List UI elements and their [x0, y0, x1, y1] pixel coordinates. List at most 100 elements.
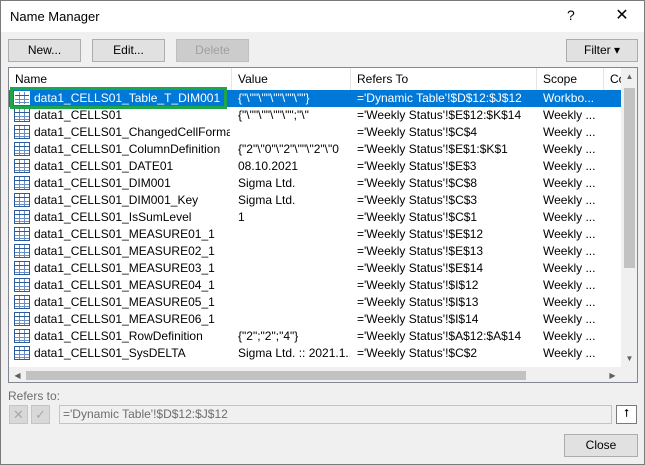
- table-name-icon: [14, 210, 30, 224]
- table-name-icon: [14, 227, 30, 241]
- row-name: data1_CELLS01_MEASURE01_1: [34, 227, 215, 241]
- filter-button[interactable]: Filter ▾: [566, 39, 638, 62]
- scroll-left-arrow-icon[interactable]: ◀: [9, 367, 26, 382]
- row-scope: Weekly ...: [543, 278, 596, 292]
- horizontal-scrollbar[interactable]: ◀ ▶: [9, 367, 621, 382]
- refers-to-field[interactable]: ='Dynamic Table'!$D$12:$J$12: [59, 405, 612, 424]
- row-refers-to: ='Weekly Status'!$C$2: [357, 346, 478, 360]
- table-name-icon: [14, 346, 30, 360]
- list-item[interactable]: data1_CELLS01_MEASURE06_1 ='Weekly Status…: [9, 311, 621, 328]
- row-refers-to: ='Weekly Status'!$I$14: [357, 312, 479, 326]
- list-item[interactable]: data1_CELLS01_ColumnDefinition {"2"\"0"\"…: [9, 141, 621, 158]
- list-item[interactable]: data1_CELLS01_MEASURE04_1 ='Weekly Status…: [9, 277, 621, 294]
- list-item[interactable]: data1_CELLS01_MEASURE03_1 ='Weekly Status…: [9, 260, 621, 277]
- row-refers-to: ='Weekly Status'!$E$12: [357, 227, 484, 241]
- list-item[interactable]: data1_CELLS01_IsSumLevel 1 ='Weekly Status…: [9, 209, 621, 226]
- list-item[interactable]: data1_CELLS01_RowDefinition {"2";"2";"4"}…: [9, 328, 621, 345]
- list-item[interactable]: data1_CELLS01_DATE01 08.10.2021 ='Weekly S…: [9, 158, 621, 175]
- row-scope: Weekly ...: [543, 176, 596, 190]
- scrollbar-corner: [621, 367, 637, 382]
- row-name: data1_CELLS01_MEASURE04_1: [34, 278, 215, 292]
- row-refers-to: ='Weekly Status'!$C$3: [357, 193, 478, 207]
- vertical-scrollbar[interactable]: ▲ ▼: [621, 68, 637, 367]
- list-item[interactable]: data1_CELLS01_MEASURE01_1 ='Weekly Status…: [9, 226, 621, 243]
- row-refers-to: ='Weekly Status'!$C$4: [357, 125, 478, 139]
- name-manager-dialog: Name Manager ? ✕ New... Edit... Delete F…: [0, 0, 645, 465]
- row-value: [238, 311, 350, 328]
- row-name: data1_CELLS01_DATE01: [34, 159, 174, 173]
- vertical-scroll-thumb[interactable]: [624, 88, 635, 268]
- row-name: data1_CELLS01_DIM001_Key: [34, 193, 199, 207]
- new-button[interactable]: New...: [8, 39, 81, 62]
- table-name-icon: [14, 108, 30, 122]
- horizontal-scroll-thumb[interactable]: [26, 371, 526, 380]
- row-name: data1_CELLS01_MEASURE05_1: [34, 295, 215, 309]
- help-button[interactable]: ?: [567, 7, 575, 23]
- scroll-down-arrow-icon[interactable]: ▼: [621, 350, 637, 367]
- column-header-value[interactable]: Value: [232, 68, 351, 90]
- delete-button[interactable]: Delete: [176, 39, 249, 62]
- row-scope: Weekly ...: [543, 329, 596, 343]
- names-list[interactable]: Name Value Refers To Scope Co data1_CELL…: [8, 67, 638, 383]
- close-button[interactable]: Close: [564, 434, 638, 457]
- row-name: data1_CELLS01_ChangedCellFormat: [34, 125, 230, 139]
- row-value: [238, 294, 350, 311]
- column-header-comment[interactable]: Co: [604, 68, 625, 90]
- table-name-icon: [14, 278, 30, 292]
- row-refers-to: ='Weekly Status'!$I$12: [357, 278, 479, 292]
- close-window-button[interactable]: ✕: [607, 4, 637, 28]
- row-scope: Weekly ...: [543, 108, 596, 122]
- row-scope: Weekly ...: [543, 159, 596, 173]
- row-scope: Weekly ...: [543, 227, 596, 241]
- row-refers-to: ='Weekly Status'!$I$13: [357, 295, 479, 309]
- confirm-edit-icon[interactable]: ✓: [31, 405, 50, 424]
- scroll-up-arrow-icon[interactable]: ▲: [621, 68, 637, 85]
- row-value: [238, 260, 350, 277]
- row-refers-to: ='Dynamic Table'!$D$12:$J$12: [357, 91, 522, 105]
- row-name: data1_CELLS01_IsSumLevel: [34, 210, 192, 224]
- row-value: Sigma Ltd.: [238, 176, 296, 190]
- list-item[interactable]: data1_CELLS01_MEASURE02_1 ='Weekly Status…: [9, 243, 621, 260]
- list-item[interactable]: data1_CELLS01_DIM001_Key Sigma Ltd. ='Week…: [9, 192, 621, 209]
- cancel-edit-icon[interactable]: ✕: [9, 405, 28, 424]
- table-name-icon: [14, 159, 30, 173]
- row-value: {"\""\""\""\""\""}: [238, 91, 310, 105]
- row-value: [238, 124, 350, 141]
- row-refers-to: ='Weekly Status'!$E$1:$K$1: [357, 142, 508, 156]
- table-name-icon: [14, 329, 30, 343]
- row-scope: Weekly ...: [543, 295, 596, 309]
- list-item[interactable]: data1_CELLS01_SysDELTA Sigma Ltd. :: 2021…: [9, 345, 621, 362]
- column-header-scope[interactable]: Scope: [537, 68, 604, 90]
- row-refers-to: ='Weekly Status'!$E$13: [357, 244, 484, 258]
- row-value: {"2"\"0"\"2"\""\"2"\"0: [238, 142, 339, 156]
- row-refers-to: ='Weekly Status'!$C$8: [357, 176, 478, 190]
- row-value: 08.10.2021: [238, 159, 299, 173]
- row-scope: Weekly ...: [543, 210, 596, 224]
- scroll-right-arrow-icon[interactable]: ▶: [604, 367, 621, 382]
- row-scope: Weekly ...: [543, 261, 596, 275]
- row-name: data1_CELLS01_MEASURE03_1: [34, 261, 215, 275]
- title-bar: Name Manager ? ✕: [1, 1, 644, 32]
- table-name-icon: [14, 125, 30, 139]
- column-header-refers-to[interactable]: Refers To: [351, 68, 537, 90]
- row-scope: Weekly ...: [543, 244, 596, 258]
- table-name-icon: [14, 142, 30, 156]
- row-value: Sigma Ltd. :: 2021.1...: [238, 346, 350, 360]
- list-item[interactable]: data1_CELLS01 {"\""\""\""\"";"\" ='Weekly …: [9, 107, 621, 124]
- list-item[interactable]: data1_CELLS01_DIM001 Sigma Ltd. ='Weekly S…: [9, 175, 621, 192]
- list-item[interactable]: data1_CELLS01_MEASURE05_1 ='Weekly Status…: [9, 294, 621, 311]
- list-item[interactable]: data1_CELLS01_ChangedCellFormat ='Weekly …: [9, 124, 621, 141]
- row-name: data1_CELLS01: [34, 108, 123, 122]
- refers-to-label: Refers to:: [8, 389, 61, 403]
- table-name-icon: [14, 261, 30, 275]
- table-name-icon: [14, 193, 30, 207]
- dialog-title: Name Manager: [10, 9, 100, 24]
- row-value: {"\""\""\""\"";"\": [238, 108, 309, 122]
- collapse-dialog-icon[interactable]: ⭡: [616, 405, 637, 424]
- row-refers-to: ='Weekly Status'!$E$14: [357, 261, 484, 275]
- edit-button[interactable]: Edit...: [92, 39, 165, 62]
- annotation-highlight-box: [10, 87, 227, 109]
- row-refers-to: ='Weekly Status'!$C$1: [357, 210, 478, 224]
- row-name: data1_CELLS01_DIM001: [34, 176, 171, 190]
- row-name: data1_CELLS01_MEASURE06_1: [34, 312, 215, 326]
